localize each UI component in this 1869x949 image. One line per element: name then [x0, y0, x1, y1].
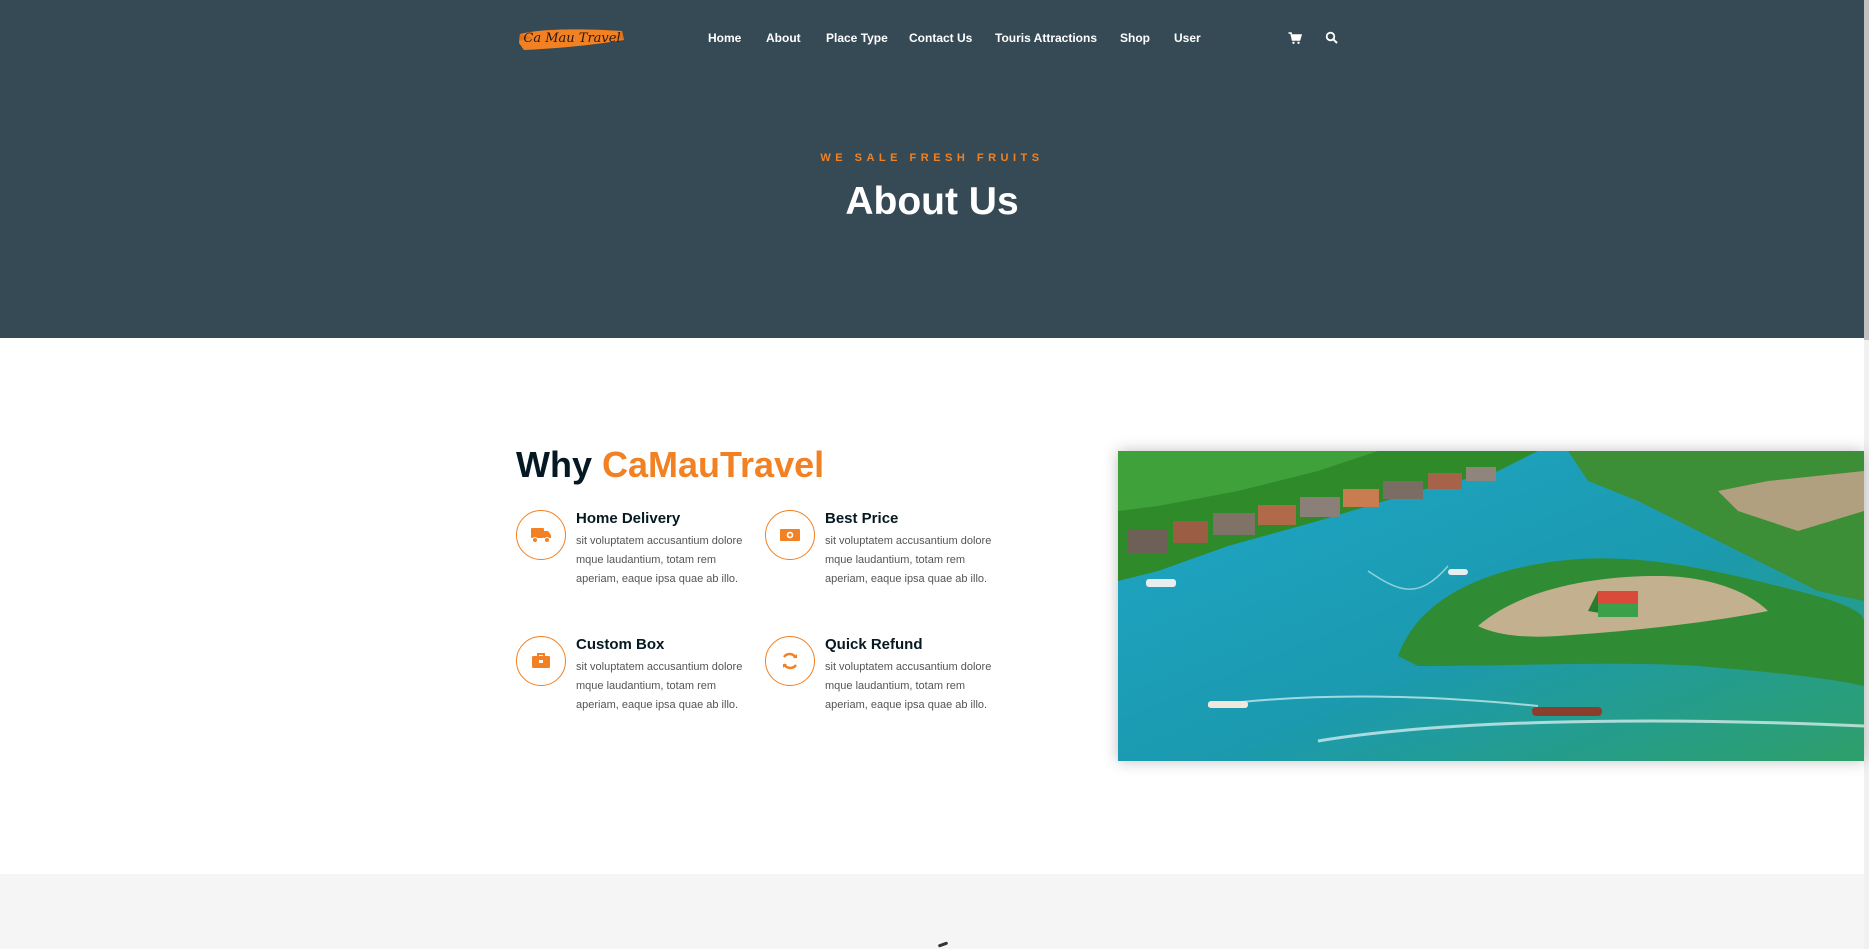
nav-user[interactable]: User: [1174, 31, 1201, 45]
aerial-river-village-photo: [1118, 451, 1864, 761]
feature-best-price: Best Price sit voluptatem accusantium do…: [765, 510, 1005, 620]
main-nav: Home About Place Type Contact Us Touris …: [0, 31, 1869, 47]
nav-contact-us[interactable]: Contact Us: [909, 31, 972, 45]
feature-desc: sit voluptatem accusantium dolore mque l…: [825, 661, 992, 711]
nav-shop[interactable]: Shop: [1120, 31, 1150, 45]
next-section: [0, 874, 1864, 949]
feature-title: Best Price: [825, 510, 899, 527]
nav-place-type[interactable]: Place Type: [826, 31, 888, 45]
search-icon[interactable]: [1325, 31, 1339, 45]
feature-desc: sit voluptatem accusantium dolore mque l…: [825, 535, 992, 585]
feature-title: Custom Box: [576, 636, 665, 653]
feature-home-delivery: Home Delivery sit voluptatem accusantium…: [516, 510, 756, 620]
why-heading-accent: CaMauTravel: [602, 444, 825, 485]
nav-touris-attractions[interactable]: Touris Attractions: [995, 31, 1097, 45]
feature-title: Home Delivery: [576, 510, 681, 527]
why-heading: Why CaMauTravel: [516, 444, 824, 486]
hero-banner: [0, 0, 1864, 338]
briefcase-icon: [516, 636, 566, 686]
feature-title: Quick Refund: [825, 636, 923, 653]
feature-desc: sit voluptatem accusantium dolore mque l…: [576, 535, 743, 585]
feature-desc: sit voluptatem accusantium dolore mque l…: [576, 661, 743, 711]
page-title: About Us: [845, 180, 1019, 223]
feature-custom-box: Custom Box sit voluptatem accusantium do…: [516, 636, 756, 746]
money-icon: [765, 510, 815, 560]
why-heading-prefix: Why: [516, 444, 592, 485]
cart-icon[interactable]: [1288, 31, 1303, 45]
nav-home[interactable]: Home: [708, 31, 741, 45]
refresh-icon: [765, 636, 815, 686]
truck-icon: [516, 510, 566, 560]
nav-about[interactable]: About: [766, 31, 801, 45]
hero-eyebrow: WE SALE FRESH FRUITS: [820, 152, 1044, 164]
scrollbar-thumb[interactable]: [1864, 0, 1869, 340]
feature-quick-refund: Quick Refund sit voluptatem accusantium …: [765, 636, 1005, 746]
